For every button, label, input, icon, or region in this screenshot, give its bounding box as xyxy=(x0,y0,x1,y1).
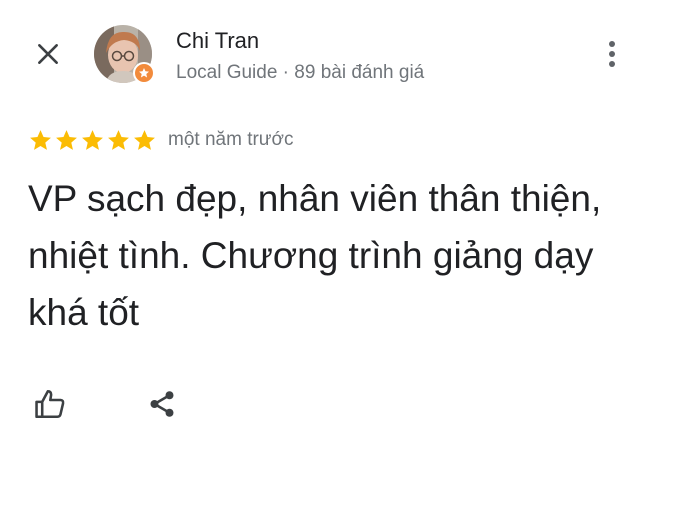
author-meta: Local Guide · 89 bài đánh giá xyxy=(176,62,425,83)
author-name[interactable]: Chi Tran xyxy=(176,28,259,54)
star-icon xyxy=(108,129,129,150)
review-date: một năm trước xyxy=(168,129,294,150)
share-icon xyxy=(150,391,174,417)
star-icon xyxy=(56,129,77,150)
more-vert-icon xyxy=(609,41,615,67)
local-guide-star-badge-icon xyxy=(139,68,149,78)
star-icon xyxy=(30,129,51,150)
local-guide-badge xyxy=(133,62,155,84)
star-icon xyxy=(82,129,103,150)
review-screen: Chi Tran Local Guide · 89 bài đánh giá m… xyxy=(0,0,696,514)
thumb-up-icon xyxy=(35,389,65,419)
like-button[interactable] xyxy=(28,382,72,426)
star-rating xyxy=(28,128,157,153)
close-button[interactable] xyxy=(28,34,68,74)
star-icon xyxy=(134,129,155,150)
review-text: VP sạch đẹp, nhân viên thân thiện, nhiệt… xyxy=(28,178,602,333)
more-options-button[interactable] xyxy=(596,34,628,74)
avatar[interactable] xyxy=(94,25,155,84)
close-icon xyxy=(38,44,58,64)
rating-row: một năm trước xyxy=(28,126,293,154)
share-button[interactable] xyxy=(140,382,184,426)
